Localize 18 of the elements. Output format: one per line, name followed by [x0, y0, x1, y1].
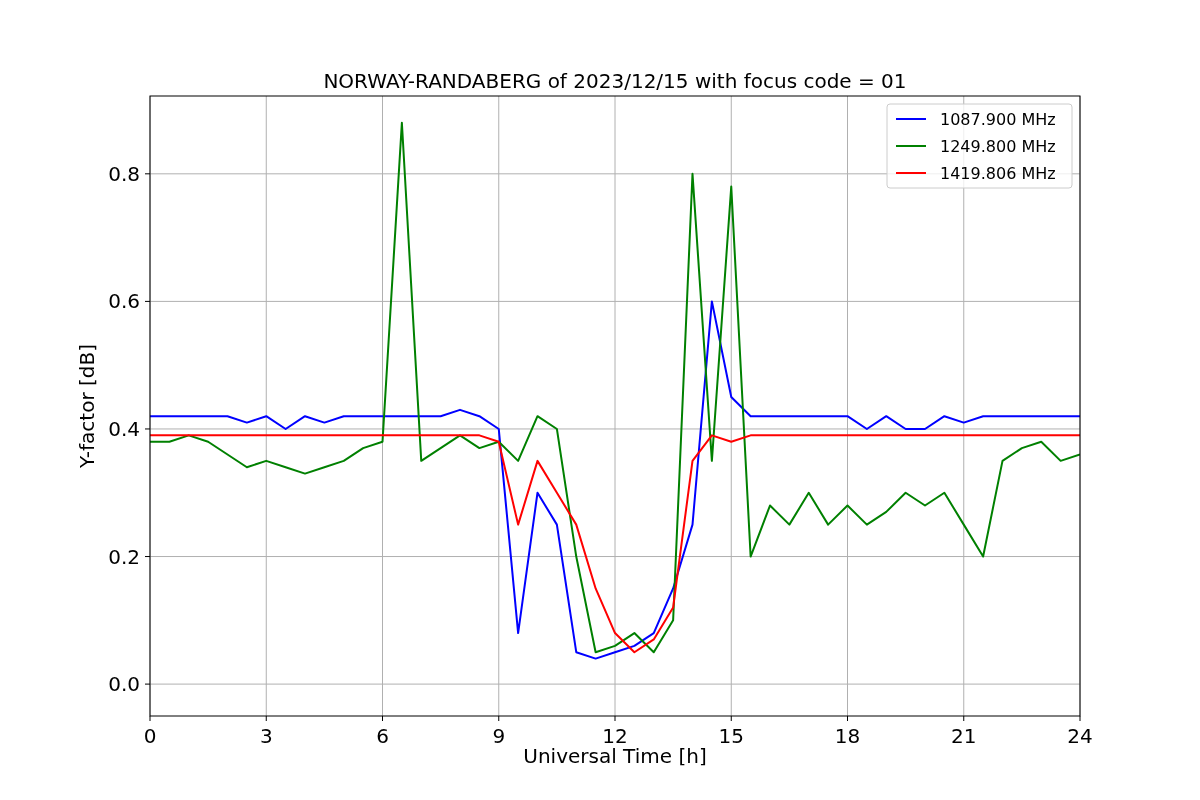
legend-label: 1249.800 MHz [940, 137, 1056, 156]
x-tick-label: 6 [376, 724, 389, 748]
x-tick-label: 18 [834, 724, 861, 748]
x-tick-label: 3 [259, 724, 273, 748]
x-tick-label: 21 [951, 724, 977, 748]
x-tick-label: 15 [718, 724, 744, 748]
y-axis-label: Y-factor [dB] [75, 344, 99, 468]
y-tick-label: 0.6 [108, 289, 140, 314]
y-tick-label: 0.8 [108, 161, 140, 186]
y-tick-label: 0.4 [108, 416, 140, 441]
chart-title: NORWAY-RANDABERG of 2023/12/15 with focus code = 01 [323, 69, 907, 93]
x-tick-label: 0 [143, 724, 157, 748]
x-tick-label: 9 [492, 724, 506, 748]
legend-label: 1419.806 MHz [940, 164, 1056, 183]
y-tick-label: 0.0 [108, 672, 140, 697]
x-tick-label: 24 [1067, 724, 1093, 748]
y-tick-label: 0.2 [108, 544, 140, 569]
legend-label: 1087.900 MHz [940, 110, 1056, 129]
